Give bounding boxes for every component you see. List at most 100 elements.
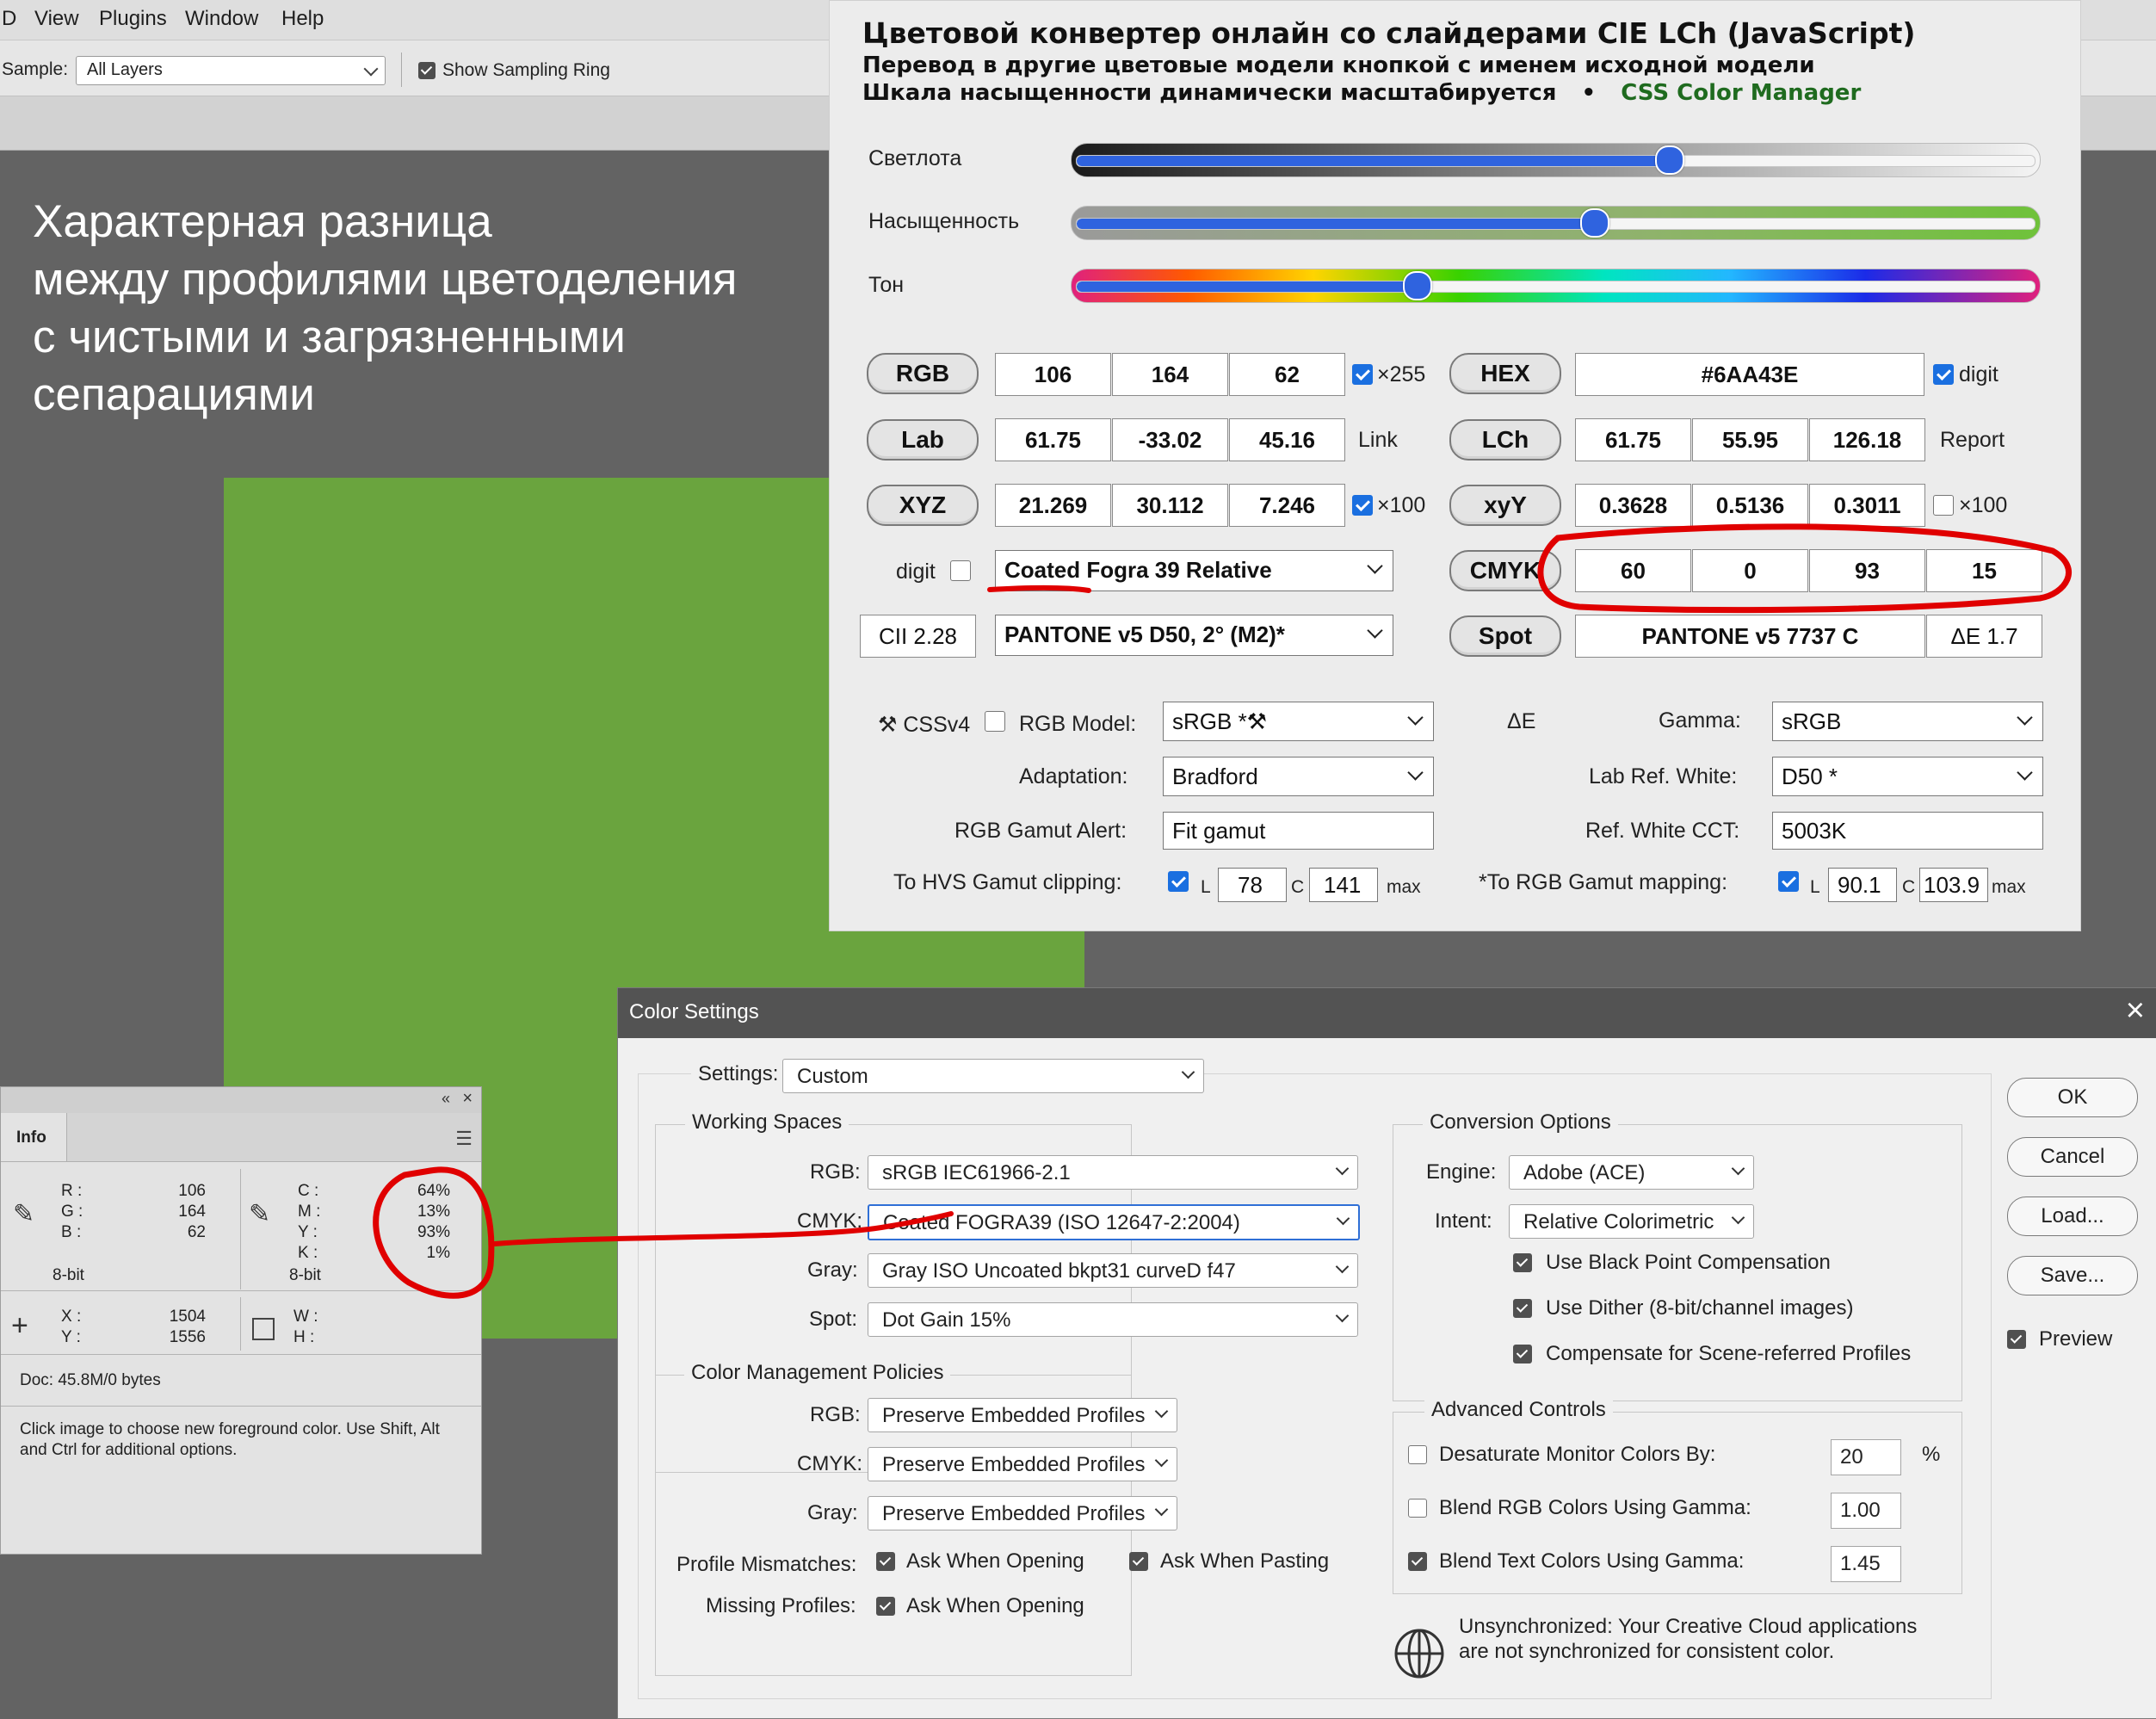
menu-item-ps[interactable]: D bbox=[2, 7, 16, 31]
close-icon[interactable]: × bbox=[462, 1089, 473, 1109]
link-label[interactable]: Link bbox=[1358, 428, 1398, 453]
engine-select[interactable]: Adobe (ACE) bbox=[1509, 1155, 1754, 1190]
ok-button[interactable]: OK bbox=[2007, 1078, 2138, 1117]
slider-handle[interactable] bbox=[1402, 271, 1432, 300]
chroma-slider[interactable] bbox=[1071, 206, 2041, 240]
rgb-scale-checkbox[interactable] bbox=[1352, 364, 1373, 385]
hex-digit-checkbox[interactable] bbox=[1933, 364, 1954, 385]
lab-ref-white-select[interactable]: D50 * bbox=[1772, 757, 2043, 796]
cmyk-c-field[interactable]: 60 bbox=[1575, 549, 1691, 592]
cmyk-y-field[interactable]: 93 bbox=[1809, 549, 1925, 592]
preview-checkbox[interactable] bbox=[2007, 1330, 2026, 1349]
spot-library-select[interactable]: PANTONE v5 D50, 2° (M2)* bbox=[995, 615, 1393, 656]
panel-menu-icon[interactable]: ☰ bbox=[455, 1128, 473, 1150]
spot-button[interactable]: Spot bbox=[1449, 615, 1561, 657]
lab-l-field[interactable]: 61.75 bbox=[995, 418, 1111, 461]
gamma-select[interactable]: sRGB bbox=[1772, 702, 2043, 741]
cmyk-button[interactable]: CMYK bbox=[1449, 550, 1561, 591]
menu-item-window[interactable]: Window bbox=[185, 7, 258, 31]
lab-button[interactable]: Lab bbox=[867, 419, 979, 461]
lch-c-field[interactable]: 55.95 bbox=[1692, 418, 1808, 461]
black-point-compensation-checkbox[interactable] bbox=[1513, 1253, 1532, 1272]
rgb-g-field[interactable]: 164 bbox=[1112, 353, 1228, 396]
map-c-field[interactable]: 103.9 bbox=[1919, 868, 1988, 902]
show-sampling-ring-checkbox[interactable] bbox=[418, 62, 436, 79]
desaturate-checkbox[interactable] bbox=[1408, 1445, 1427, 1464]
xyy-Y-field[interactable]: 0.3011 bbox=[1809, 484, 1925, 527]
lab-a-field[interactable]: -33.02 bbox=[1112, 418, 1228, 461]
hvs-c-field[interactable]: 141 bbox=[1309, 868, 1378, 902]
spot-name-field[interactable]: PANTONE v5 7737 C bbox=[1575, 615, 1925, 658]
xyz-button[interactable]: XYZ bbox=[867, 485, 979, 526]
ask-when-pasting-checkbox[interactable] bbox=[1129, 1552, 1148, 1571]
hex-field[interactable]: #6AA43E bbox=[1575, 353, 1924, 396]
lch-l-field[interactable]: 61.75 bbox=[1575, 418, 1691, 461]
lab-b-field[interactable]: 45.16 bbox=[1229, 418, 1345, 461]
tab-info[interactable]: Info bbox=[1, 1113, 67, 1161]
xyz-scale-checkbox[interactable] bbox=[1352, 495, 1373, 516]
rgb-r-field[interactable]: 106 bbox=[995, 353, 1111, 396]
menu-item-plugins[interactable]: Plugins bbox=[99, 7, 167, 31]
ask-when-opening-checkbox[interactable] bbox=[876, 1552, 895, 1571]
rgb-model-select[interactable]: sRGB *⚒ bbox=[1163, 702, 1434, 741]
cmyk-profile-select[interactable]: Coated Fogra 39 Relative bbox=[995, 550, 1393, 591]
policy-cmyk-select[interactable]: Preserve Embedded Profiles bbox=[868, 1447, 1177, 1481]
map-l-field[interactable]: 90.1 bbox=[1828, 868, 1897, 902]
blend-rgb-checkbox[interactable] bbox=[1408, 1499, 1427, 1518]
sample-select[interactable]: All Layers bbox=[76, 56, 386, 85]
rgb-button[interactable]: RGB bbox=[867, 353, 979, 394]
save-button[interactable]: Save... bbox=[2007, 1256, 2138, 1295]
ref-white-cct-field[interactable]: 5003K bbox=[1772, 812, 2043, 850]
report-label[interactable]: Report bbox=[1940, 428, 2005, 453]
toolbar-divider bbox=[401, 53, 402, 87]
load-button[interactable]: Load... bbox=[2007, 1196, 2138, 1236]
collapse-icon[interactable]: « bbox=[442, 1090, 450, 1108]
missing-ask-when-opening-checkbox[interactable] bbox=[876, 1597, 895, 1616]
xyy-button[interactable]: xyY bbox=[1449, 485, 1561, 526]
xyy-scale-checkbox[interactable] bbox=[1933, 495, 1954, 516]
xyz-x-field[interactable]: 21.269 bbox=[995, 484, 1111, 527]
slider-handle[interactable] bbox=[1654, 145, 1684, 175]
menu-item-view[interactable]: View bbox=[34, 7, 79, 31]
adaptation-select[interactable]: Bradford bbox=[1163, 757, 1434, 796]
xyz-z-field[interactable]: 7.246 bbox=[1229, 484, 1345, 527]
slider-handle[interactable] bbox=[1579, 208, 1609, 238]
policy-rgb-select[interactable]: Preserve Embedded Profiles bbox=[868, 1398, 1177, 1432]
lightness-slider[interactable] bbox=[1071, 143, 2041, 177]
hex-button[interactable]: HEX bbox=[1449, 353, 1561, 394]
lch-button[interactable]: LCh bbox=[1449, 419, 1561, 461]
gamut-alert-field[interactable]: Fit gamut bbox=[1163, 812, 1434, 850]
scene-referred-checkbox[interactable] bbox=[1513, 1345, 1532, 1363]
chevron-down-icon bbox=[1367, 558, 1383, 574]
blend-text-field[interactable]: 1.45 bbox=[1831, 1546, 1901, 1582]
blend-rgb-field[interactable]: 1.00 bbox=[1831, 1493, 1901, 1529]
xyy-x-field[interactable]: 0.3628 bbox=[1575, 484, 1691, 527]
hue-slider[interactable] bbox=[1071, 269, 2041, 303]
lch-h-field[interactable]: 126.18 bbox=[1809, 418, 1925, 461]
cancel-button[interactable]: Cancel bbox=[2007, 1137, 2138, 1177]
rgb-gamut-mapping-checkbox[interactable] bbox=[1778, 871, 1799, 892]
settings-select[interactable]: Custom bbox=[782, 1059, 1204, 1093]
lab-ref-white-value: D50 * bbox=[1782, 764, 1838, 789]
xyz-y-field[interactable]: 30.112 bbox=[1112, 484, 1228, 527]
cmyk-k-field[interactable]: 15 bbox=[1926, 549, 2042, 592]
ws-cmyk-select[interactable]: Coated FOGRA39 (ISO 12647-2:2004) bbox=[868, 1204, 1360, 1240]
intent-select[interactable]: Relative Colorimetric bbox=[1509, 1204, 1754, 1239]
rgb-b-field[interactable]: 62 bbox=[1229, 353, 1345, 396]
cmyk-m-field[interactable]: 0 bbox=[1692, 549, 1808, 592]
use-dither-checkbox[interactable] bbox=[1513, 1299, 1532, 1318]
ws-rgb-select[interactable]: sRGB IEC61966-2.1 bbox=[868, 1155, 1358, 1190]
cssv4-checkbox[interactable] bbox=[985, 711, 1005, 732]
desaturate-field[interactable]: 20 bbox=[1831, 1439, 1901, 1475]
policy-gray-select[interactable]: Preserve Embedded Profiles bbox=[868, 1496, 1177, 1530]
ws-spot-select[interactable]: Dot Gain 15% bbox=[868, 1302, 1358, 1337]
xyy-y-field[interactable]: 0.5136 bbox=[1692, 484, 1808, 527]
css-color-manager-link[interactable]: CSS Color Manager bbox=[1621, 80, 1861, 106]
menu-item-help[interactable]: Help bbox=[281, 7, 324, 31]
blend-text-checkbox[interactable] bbox=[1408, 1552, 1427, 1571]
hvs-l-field[interactable]: 78 bbox=[1218, 868, 1287, 902]
ws-gray-select[interactable]: Gray ISO Uncoated bkpt31 curveD f47 bbox=[868, 1253, 1358, 1288]
cmyk-digit-checkbox[interactable] bbox=[950, 560, 971, 581]
hvs-clipping-checkbox[interactable] bbox=[1168, 871, 1189, 892]
close-icon[interactable]: × bbox=[2126, 993, 2145, 1028]
